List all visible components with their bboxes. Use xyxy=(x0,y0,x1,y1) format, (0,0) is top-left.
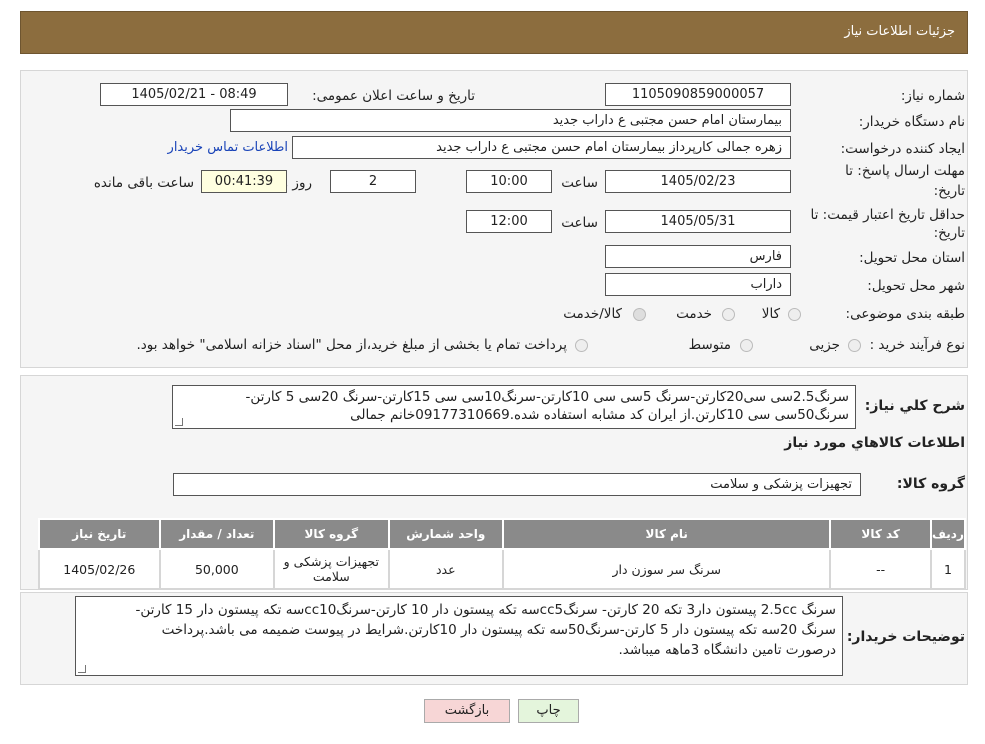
col-name: نام کالا xyxy=(502,518,832,550)
resize-handle[interactable] xyxy=(175,418,183,426)
deadline-label-date: تاریخ: xyxy=(933,183,965,199)
summary-line-1: سرنگ2.5سی سی20کارتن-سرنگ 5سی سی 10کارتن-… xyxy=(245,389,850,405)
announce-label: تاریخ و ساعت اعلان عمومی: xyxy=(312,88,475,104)
cell-row: 1 xyxy=(929,548,967,590)
goods-table: ردیف کد کالا نام کالا واحد شمارش گروه کا… xyxy=(38,518,967,590)
buyer-org-label: نام دستگاه خریدار: xyxy=(858,114,965,130)
announce-field: 1405/02/21 - 08:49 xyxy=(100,83,288,106)
page-title: جزئیات اطلاعات نیاز xyxy=(844,24,955,39)
col-qty: تعداد / مقدار xyxy=(158,518,276,550)
requester-label: ایجاد کننده درخواست: xyxy=(840,141,965,157)
validity-label-date: تاریخ: xyxy=(933,225,965,241)
back-button[interactable]: بازگشت xyxy=(424,699,510,723)
requester-field: زهره جمالی کارپرداز بیمارستان امام حسن م… xyxy=(292,136,791,159)
purchase-type-label: نوع فرآیند خرید : xyxy=(869,337,965,353)
deadline-date-field: 1405/02/23 xyxy=(605,170,791,193)
cell-unit: عدد xyxy=(387,548,505,590)
purchase-treasury-note: پرداخت تمام یا بخشی از مبلغ خرید،از محل … xyxy=(136,337,567,353)
category-option-goods: کالا xyxy=(761,306,780,322)
summary-label: شرح کلي نياز: xyxy=(864,398,965,414)
need-number-field: 1105090859000057 xyxy=(605,83,791,106)
print-button[interactable]: چاپ xyxy=(518,699,579,723)
summary-line-2: سرنگ50سی سی 10کارتن.از ایران کد مشابه اس… xyxy=(350,407,849,423)
validity-date-field: 1405/05/31 xyxy=(605,210,791,233)
remaining-time-field: 00:41:39 xyxy=(201,170,287,193)
table-row: 1 -- سرنگ سر سوزن دار عدد تجهیزات پزشکی … xyxy=(38,548,967,590)
city-field: داراب xyxy=(605,273,791,296)
notes-line-2: سرنگ 20سه تکه پیستون دار 5 کارتن-سرنگ50س… xyxy=(161,622,836,638)
cell-qty: 50,000 xyxy=(158,548,276,590)
goods-table-header: ردیف کد کالا نام کالا واحد شمارش گروه کا… xyxy=(38,518,967,550)
remaining-label: ساعت باقی مانده xyxy=(93,175,194,191)
purchase-radio-minor[interactable] xyxy=(848,339,861,352)
purchase-option-medium: متوسط xyxy=(688,337,731,353)
city-label: شهر محل تحویل: xyxy=(867,278,965,294)
buyer-notes-label: توضیحات خریدار: xyxy=(846,629,965,645)
goods-group-label: گروه کالا: xyxy=(896,476,965,492)
validity-time-label: ساعت xyxy=(561,215,598,231)
col-date: تاریخ نیاز xyxy=(38,518,161,550)
notes-line-3: درصورت تامین دانشگاه 3ماهه میباشد. xyxy=(618,642,836,658)
validity-label: حداقل تاریخ اعتبار قیمت: تا xyxy=(810,207,965,223)
cell-group: تجهیزات پزشکی و سلامت xyxy=(273,548,390,590)
page-header: جزئیات اطلاعات نیاز xyxy=(20,11,968,54)
col-row: ردیف xyxy=(929,518,967,550)
cell-name: سرنگ سر سوزن دار xyxy=(502,548,832,590)
col-group: گروه کالا xyxy=(273,518,390,550)
buyer-org-field: بیمارستان امام حسن مجتبی ع داراب جدید xyxy=(230,109,791,132)
province-label: استان محل تحویل: xyxy=(859,250,965,266)
purchase-radio-treasury[interactable] xyxy=(575,339,588,352)
category-radio-service[interactable] xyxy=(722,308,735,321)
days-field: 2 xyxy=(330,170,416,193)
province-field: فارس xyxy=(605,245,791,268)
category-label: طبقه بندی موضوعی: xyxy=(845,306,965,322)
category-radio-goods[interactable] xyxy=(788,308,801,321)
validity-time-field: 12:00 xyxy=(466,210,552,233)
notes-line-1: سرنگ 2.5cc پیستون دار3 تکه 20 کارتن- سرن… xyxy=(135,602,836,618)
cell-date: 1405/02/26 xyxy=(38,548,161,590)
col-unit: واحد شمارش xyxy=(387,518,505,550)
deadline-time-field: 10:00 xyxy=(466,170,552,193)
deadline-label: مهلت ارسال پاسخ: تا xyxy=(845,163,965,179)
purchase-option-minor: جزیی xyxy=(809,337,840,353)
deadline-time-label: ساعت xyxy=(561,175,598,191)
cell-code: -- xyxy=(829,548,932,590)
col-code: کد کالا xyxy=(829,518,932,550)
buyer-contact-link[interactable]: اطلاعات تماس خریدار xyxy=(168,140,288,155)
summary-textarea[interactable]: سرنگ2.5سی سی20کارتن-سرنگ 5سی سی 10کارتن-… xyxy=(172,385,856,429)
resize-handle[interactable] xyxy=(78,665,86,673)
need-number-label: شماره نیاز: xyxy=(900,88,965,104)
goods-group-field: تجهیزات پزشکی و سلامت xyxy=(173,473,861,496)
buyer-notes-textarea[interactable]: سرنگ 2.5cc پیستون دار3 تکه 20 کارتن- سرن… xyxy=(75,596,843,676)
category-radio-goods-service[interactable] xyxy=(633,308,646,321)
category-option-goods-service: کالا/خدمت xyxy=(563,306,622,322)
category-option-service: خدمت xyxy=(676,306,712,322)
goods-section-title: اطلاعات کالاهاي مورد نياز xyxy=(784,435,965,451)
purchase-radio-medium[interactable] xyxy=(740,339,753,352)
